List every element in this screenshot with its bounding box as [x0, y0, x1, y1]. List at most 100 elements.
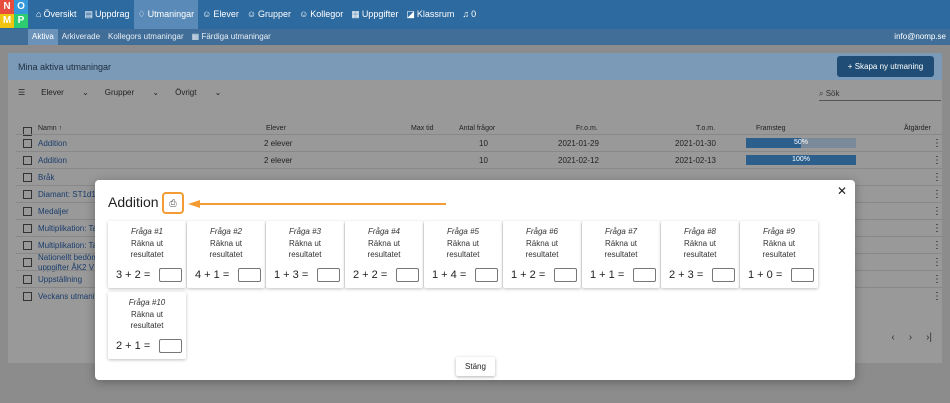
- filter-other[interactable]: Övrigt ⌄: [175, 88, 221, 97]
- row-checkbox[interactable]: [23, 275, 32, 284]
- challenge-preview-modal: Addition ⎙ ✕ Fråga #1 Räkna ut resultatet…: [95, 180, 855, 380]
- filter-students-label: Elever: [41, 88, 64, 97]
- challenge-name-link[interactable]: Addition: [38, 139, 67, 148]
- answer-input[interactable]: [159, 339, 182, 353]
- answer-input[interactable]: [317, 268, 340, 282]
- challenge-name-link[interactable]: Diamant: ST1d1 -: [38, 190, 101, 199]
- row-menu-icon[interactable]: ⋮: [932, 223, 942, 234]
- subnav-item[interactable]: ▦ Färdiga utmaningar: [188, 29, 275, 45]
- answer-input[interactable]: [633, 268, 656, 282]
- answer-input[interactable]: [396, 268, 419, 282]
- row-checkbox[interactable]: [23, 139, 32, 148]
- next-page-button[interactable]: ›: [909, 332, 912, 343]
- challenge-name-link[interactable]: Veckans utmani: [38, 292, 94, 301]
- row-menu-icon[interactable]: ⋮: [932, 291, 942, 302]
- answer-input[interactable]: [159, 268, 182, 282]
- table-row[interactable]: Addition 2 elever 10 2021-01-29 2021-01-30 50…: [16, 134, 942, 151]
- question-text: Räkna ut resultatet: [762, 239, 796, 259]
- nav-item-label: Uppdrag: [94, 9, 130, 19]
- answer-input[interactable]: [475, 268, 498, 282]
- row-checkbox[interactable]: [23, 241, 32, 250]
- header-students: Elever: [266, 125, 286, 132]
- answer-input[interactable]: [238, 268, 261, 282]
- nav-item-klassrum[interactable]: ◪ Klassrum: [402, 0, 458, 29]
- question-card: Fråga #10 Räkna ut resultatet 2 + 1 =: [108, 292, 186, 359]
- nav-item-kollegor[interactable]: ☺ Kollegor: [295, 0, 347, 29]
- account-menu[interactable]: info@nomp.se: [894, 29, 946, 45]
- panel-header: Mina aktiva utmaningar + Skapa ny utmani…: [8, 53, 942, 80]
- close-icon[interactable]: ✕: [837, 184, 847, 198]
- nav-item-uppgifter[interactable]: ▦ Uppgifter: [347, 0, 402, 29]
- challenge-name-link[interactable]: Uppställning: [38, 275, 82, 284]
- create-challenge-button[interactable]: + Skapa ny utmaning: [837, 56, 934, 77]
- row-checkbox[interactable]: [23, 207, 32, 216]
- print-button[interactable]: ⎙: [162, 192, 184, 214]
- table-row[interactable]: Addition 2 elever 10 2021-02-12 2021-02-13 10…: [16, 151, 942, 168]
- subnav-item[interactable]: Arkiverade: [58, 29, 104, 45]
- row-checkbox[interactable]: [23, 258, 32, 267]
- prev-page-button[interactable]: ‹: [891, 332, 894, 343]
- questions-cell: 10: [479, 156, 488, 165]
- question-card: Fråga #3 Räkna ut resultatet 1 + 3 =: [266, 221, 344, 288]
- row-checkbox[interactable]: [23, 156, 32, 165]
- close-button[interactable]: Stäng: [456, 357, 495, 376]
- answer-input[interactable]: [554, 268, 577, 282]
- row-menu-icon[interactable]: ⋮: [932, 189, 942, 200]
- user-icon: ☺: [202, 9, 212, 19]
- subnav-item[interactable]: Kollegors utmaningar: [104, 29, 188, 45]
- logo-letter: M: [0, 14, 14, 28]
- header-questions: Antal frågor: [459, 125, 496, 132]
- nav-item-label: Grupper: [258, 9, 292, 19]
- questions-cell: 10: [479, 139, 488, 148]
- question-equation: 3 + 2 =: [116, 269, 151, 281]
- nav-item-label: Uppgifter: [361, 9, 399, 19]
- question-number: Fråga #8: [683, 227, 717, 236]
- nav-item-uppdrag[interactable]: ▤ Uppdrag: [80, 0, 133, 29]
- row-checkbox[interactable]: [23, 224, 32, 233]
- question-equation: 2 + 2 =: [353, 269, 388, 281]
- challenge-name-link[interactable]: Addition: [38, 156, 67, 165]
- sub-navbar: Aktiva Arkiverade Kollegors utmaningar ▦ Fä…: [0, 29, 950, 45]
- header-from: Fr.o.m.: [576, 125, 598, 132]
- students-cell: 2 elever: [264, 139, 293, 148]
- row-menu-icon[interactable]: ⋮: [932, 206, 942, 217]
- row-menu-icon[interactable]: ⋮: [932, 240, 942, 251]
- challenge-name-link[interactable]: Medaljer: [38, 207, 69, 216]
- row-menu-icon[interactable]: ⋮: [932, 155, 942, 166]
- question-card: Fråga #4 Räkna ut resultatet 2 + 2 =: [345, 221, 423, 288]
- filter-other-label: Övrigt: [175, 88, 197, 97]
- question-card: Fråga #7 Räkna ut resultatet 1 + 1 =: [582, 221, 660, 288]
- subnav-item[interactable]: Aktiva: [28, 29, 58, 45]
- filter-groups[interactable]: Grupper ⌄: [105, 88, 159, 97]
- row-menu-icon[interactable]: ⋮: [932, 138, 942, 149]
- row-checkbox[interactable]: [23, 173, 32, 182]
- row-checkbox[interactable]: [23, 190, 32, 199]
- nav-item-översikt[interactable]: ⌂ Översikt: [32, 0, 80, 29]
- header-name[interactable]: Namn ↑: [38, 125, 62, 132]
- question-text: Räkna ut resultatet: [209, 239, 243, 259]
- nav-item-utmaningar[interactable]: ♢ Utmaningar: [133, 0, 199, 29]
- row-checkbox[interactable]: [23, 292, 32, 301]
- nav-item-grupper[interactable]: ☺ Grupper: [243, 0, 295, 29]
- challenge-name-link[interactable]: Multiplikation: Ta: [38, 224, 97, 233]
- row-menu-icon[interactable]: ⋮: [932, 257, 942, 268]
- question-number: Fråga #10: [128, 298, 166, 307]
- search-input[interactable]: ⌕ Sök: [819, 89, 941, 101]
- answer-input[interactable]: [791, 268, 814, 282]
- nav-item-elever[interactable]: ☺ Elever: [198, 0, 243, 29]
- challenge-name-link[interactable]: Multiplikation: Ta: [38, 241, 97, 250]
- question-equation: 2 + 3 =: [669, 269, 704, 281]
- nomp-logo[interactable]: NOMP: [0, 0, 29, 29]
- challenge-name-link[interactable]: Bråk: [38, 173, 54, 182]
- nav-item-0[interactable]: ♫ 0: [458, 0, 480, 29]
- bell-icon: ♫: [462, 9, 470, 19]
- header-actions: Åtgärder: [904, 125, 931, 132]
- row-menu-icon[interactable]: ⋮: [932, 172, 942, 183]
- row-menu-icon[interactable]: ⋮: [932, 274, 942, 285]
- answer-input[interactable]: [712, 268, 735, 282]
- filter-icon[interactable]: ☰: [18, 88, 25, 97]
- filter-students[interactable]: Elever ⌄: [41, 88, 89, 97]
- home-icon: ⌂: [36, 9, 42, 19]
- question-number: Fråga #2: [209, 227, 243, 236]
- last-page-button[interactable]: ›|: [926, 332, 932, 343]
